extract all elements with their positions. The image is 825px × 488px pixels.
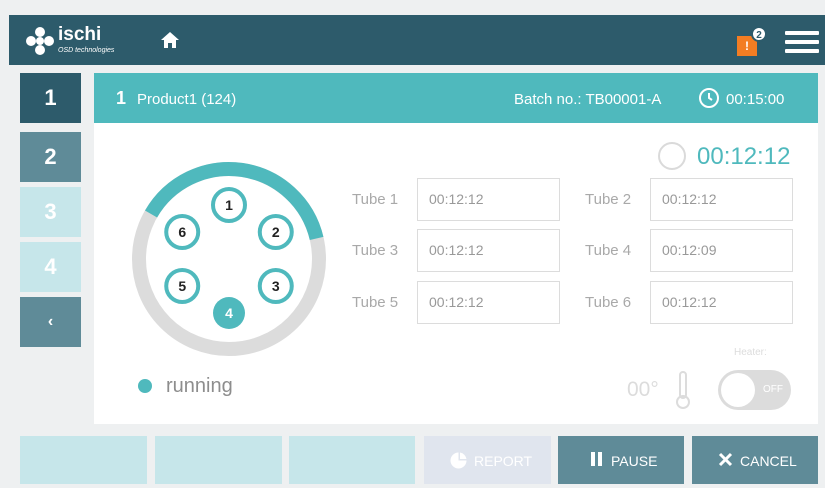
station-panel: 1 Product1 (124) Batch no.: TB00001-A 00… (94, 73, 818, 424)
tube-5-label: Tube 5 (352, 294, 399, 311)
collapse-tabs-button[interactable]: ‹ (20, 297, 81, 347)
close-icon (718, 452, 733, 467)
tube-1-time: 00:12:12 (417, 178, 560, 221)
tube-position-2: 2 (257, 214, 294, 250)
tube-4-label: Tube 4 (585, 242, 632, 259)
brand-name: ischi (58, 24, 102, 45)
brand-logo: ischi OSD technologies (25, 24, 135, 58)
temperature-readout: 00° (627, 378, 659, 401)
action-button-1[interactable] (20, 436, 147, 484)
tube-wheel: 1 2 3 4 5 6 (132, 162, 326, 356)
home-button[interactable] (159, 29, 181, 51)
thermometer-icon (676, 371, 690, 409)
tube-position-5: 5 (164, 268, 201, 304)
pause-button-label: PAUSE (611, 453, 658, 469)
countdown-timer: 00:12:12 (697, 143, 791, 170)
station-tab-1[interactable]: 1 (20, 73, 81, 123)
station-header: 1 Product1 (124) Batch no.: TB00001-A 00… (94, 73, 818, 123)
tube-4-time: 00:12:09 (650, 229, 793, 272)
toggle-state-label: OFF (763, 384, 783, 395)
tube-2-time: 00:12:12 (650, 178, 793, 221)
tube-position-label: 4 (225, 305, 233, 321)
pie-chart-icon (450, 452, 467, 469)
toggle-knob (721, 373, 755, 407)
tube-position-label: 6 (178, 224, 186, 240)
action-button-2[interactable] (155, 436, 282, 484)
total-time: 00:15:00 (726, 91, 785, 108)
alert-button[interactable]: ! 2 (737, 26, 767, 56)
station-tab-3[interactable]: 3 (20, 187, 81, 237)
station-tab-2[interactable]: 2 (20, 132, 81, 182)
cancel-button-label: CANCEL (740, 453, 797, 469)
tube-1-label: Tube 1 (352, 191, 399, 208)
tube-position-6: 6 (164, 214, 201, 250)
tube-position-4: 4 (213, 297, 245, 329)
report-button[interactable]: REPORT (424, 436, 551, 484)
action-button-3[interactable] (289, 436, 415, 484)
heater-label: Heater: (734, 347, 767, 358)
batch-number: Batch no.: TB00001-A (514, 91, 662, 108)
tube-position-1: 1 (211, 187, 247, 223)
tube-position-label: 2 (272, 224, 280, 240)
tube-position-label: 1 (225, 197, 233, 213)
tube-5-time: 00:12:12 (417, 281, 560, 324)
tube-6-label: Tube 6 (585, 294, 632, 311)
station-tab-4[interactable]: 4 (20, 242, 81, 292)
tube-position-label: 5 (178, 278, 186, 294)
ischi-logo-icon (26, 27, 54, 55)
top-bar: ischi OSD technologies ! 2 (9, 15, 825, 65)
tube-position-3: 3 (257, 268, 294, 304)
clock-icon (699, 88, 719, 108)
status-text: running (166, 375, 233, 397)
tube-3-time: 00:12:12 (417, 229, 560, 272)
pause-icon (591, 452, 602, 466)
tube-3-label: Tube 3 (352, 242, 399, 259)
cancel-button[interactable]: CANCEL (692, 436, 818, 484)
status-indicator (138, 379, 152, 393)
brand-tagline: OSD technologies (58, 47, 115, 54)
hamburger-menu-icon[interactable] (785, 31, 819, 53)
tube-6-time: 00:12:12 (650, 281, 793, 324)
report-button-label: REPORT (474, 453, 533, 469)
alert-count-badge: 2 (751, 26, 767, 42)
tube-position-label: 3 (272, 278, 280, 294)
timer-status-icon (658, 142, 686, 170)
station-number: 1 (116, 88, 127, 108)
pause-button[interactable]: PAUSE (558, 436, 684, 484)
heater-toggle[interactable]: OFF (718, 370, 791, 410)
home-icon (161, 32, 179, 48)
product-name: Product1 (124) (137, 91, 237, 108)
tube-2-label: Tube 2 (585, 191, 632, 208)
